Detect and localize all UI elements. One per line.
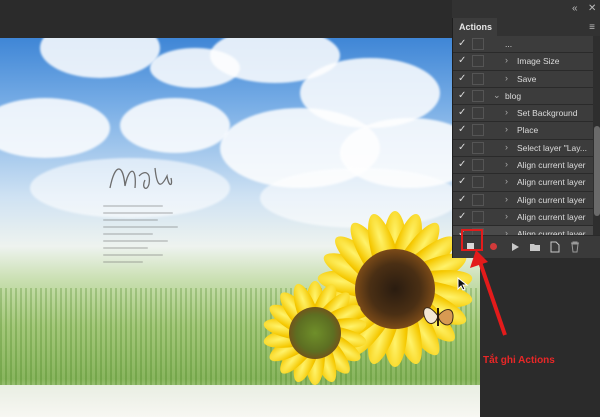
photoshop-window: « ✕ Actions ≡ ✓... ✓ › Image Size ✓ › Save ✓ ⌄ bl… [0,0,600,417]
annotation-label: Tắt ghi Actions [483,355,555,366]
